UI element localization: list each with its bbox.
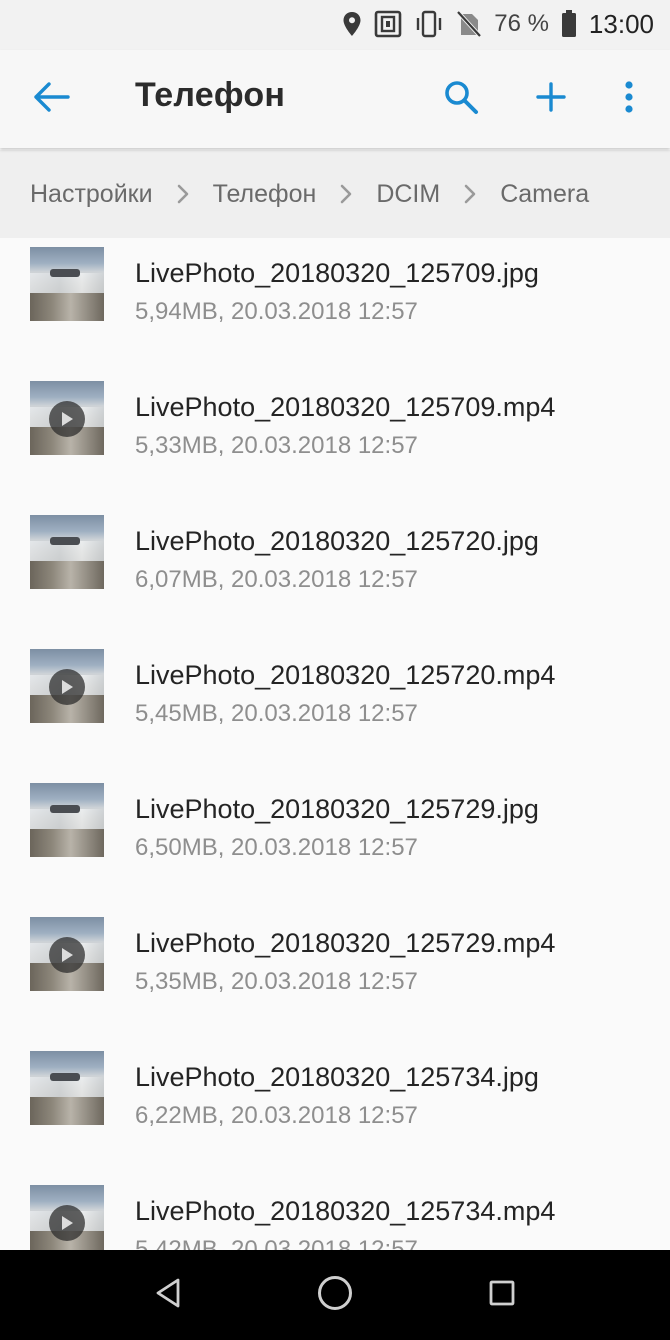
file-meta: 6,07MB, 20.03.2018 12:57 (135, 566, 418, 593)
file-list: LivePhoto_20180320_125709.jpg 5,94MB, 20… (0, 238, 670, 1250)
file-list-item[interactable]: LivePhoto_20180320_125734.mp4 5,42MB, 20… (0, 1176, 670, 1250)
more-options-button[interactable] (602, 72, 656, 126)
file-thumbnail (30, 783, 104, 857)
file-name: LivePhoto_20180320_125729.jpg (135, 794, 539, 824)
file-list-item[interactable]: LivePhoto_20180320_125734.jpg 6,22MB, 20… (0, 1042, 670, 1176)
file-meta: 5,33MB, 20.03.2018 12:57 (135, 432, 418, 459)
no-sim-icon (456, 10, 482, 38)
breadcrumb-item-settings[interactable]: Настройки (30, 180, 153, 209)
file-name: LivePhoto_20180320_125709.mp4 (135, 392, 556, 422)
play-icon (49, 669, 85, 705)
back-button[interactable] (25, 72, 79, 126)
file-list-item[interactable]: LivePhoto_20180320_125709.mp4 5,33MB, 20… (0, 372, 670, 506)
location-icon (342, 11, 362, 37)
file-meta: 6,22MB, 20.03.2018 12:57 (135, 1102, 418, 1129)
file-meta: 5,94MB, 20.03.2018 12:57 (135, 298, 418, 325)
file-name: LivePhoto_20180320_125734.jpg (135, 1062, 539, 1092)
breadcrumb-item-phone[interactable]: Телефон (213, 180, 317, 209)
file-list-item[interactable]: LivePhoto_20180320_125729.mp4 5,35MB, 20… (0, 908, 670, 1042)
vibrate-icon (414, 10, 444, 38)
chevron-right-icon (440, 184, 500, 204)
search-icon (443, 79, 479, 120)
file-thumbnail (30, 381, 104, 455)
file-thumbnail (30, 917, 104, 991)
battery-percent: 76 % (494, 10, 549, 37)
file-thumbnail (30, 247, 104, 321)
file-thumbnail (30, 1185, 104, 1250)
file-list-item[interactable]: LivePhoto_20180320_125709.jpg 5,94MB, 20… (0, 238, 670, 372)
file-name: LivePhoto_20180320_125709.jpg (135, 258, 539, 288)
back-arrow-icon (34, 81, 70, 117)
file-thumbnail (30, 515, 104, 589)
play-icon (49, 401, 85, 437)
file-list-item[interactable]: LivePhoto_20180320_125720.jpg 6,07MB, 20… (0, 506, 670, 640)
add-icon (536, 81, 566, 117)
file-meta: 6,50MB, 20.03.2018 12:57 (135, 834, 418, 861)
play-icon (49, 937, 85, 973)
file-meta: 5,45MB, 20.03.2018 12:57 (135, 700, 418, 727)
file-name: LivePhoto_20180320_125720.mp4 (135, 660, 556, 690)
status-time: 13:00 (588, 8, 654, 39)
home-circle-icon (317, 1275, 353, 1316)
file-thumbnail (30, 1051, 104, 1125)
chevron-right-icon (316, 184, 376, 204)
add-button[interactable] (524, 72, 578, 126)
file-list-item[interactable]: LivePhoto_20180320_125729.jpg 6,50MB, 20… (0, 774, 670, 908)
file-name: LivePhoto_20180320_125729.mp4 (135, 928, 556, 958)
search-button[interactable] (434, 72, 488, 126)
file-meta: 5,42MB, 20.03.2018 12:57 (135, 1236, 418, 1250)
status-icons: 76 % 13:00 (342, 8, 654, 40)
nav-back-button[interactable] (143, 1270, 193, 1320)
breadcrumb-item-dcim[interactable]: DCIM (376, 180, 440, 209)
play-icon (49, 1205, 85, 1241)
file-name: LivePhoto_20180320_125734.mp4 (135, 1196, 556, 1226)
back-triangle-icon (155, 1278, 181, 1313)
nfc-icon (374, 10, 402, 38)
file-name: LivePhoto_20180320_125720.jpg (135, 526, 539, 556)
battery-icon (561, 10, 577, 38)
chevron-right-icon (153, 184, 213, 204)
file-thumbnail (30, 649, 104, 723)
system-nav-bar (0, 1250, 670, 1340)
file-meta: 5,35MB, 20.03.2018 12:57 (135, 968, 418, 995)
nav-recents-button[interactable] (477, 1270, 527, 1320)
recents-square-icon (489, 1280, 515, 1311)
nav-home-button[interactable] (310, 1270, 360, 1320)
more-vert-icon (624, 80, 634, 118)
app-toolbar: Телефон (0, 50, 670, 148)
status-bar: 76 % 13:00 (0, 0, 670, 50)
breadcrumb: Настройки Телефон DCIM Camera (0, 150, 670, 238)
file-list-item[interactable]: LivePhoto_20180320_125720.mp4 5,45MB, 20… (0, 640, 670, 774)
page-title: Телефон (135, 76, 286, 114)
breadcrumb-item-camera[interactable]: Camera (500, 180, 589, 209)
